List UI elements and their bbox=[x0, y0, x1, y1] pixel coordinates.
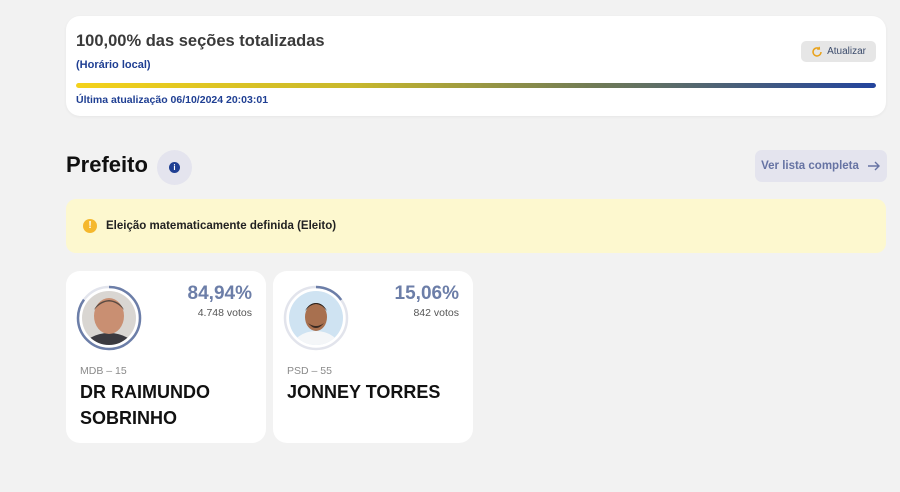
avatar bbox=[289, 291, 343, 345]
vote-percentage: 15,06% bbox=[394, 283, 459, 304]
candidate-card[interactable]: 15,06% 842 votos PSD – 55 JONNEY TORRES bbox=[273, 271, 473, 443]
vote-percentage: 84,94% bbox=[187, 283, 252, 304]
party-number: MDB – 15 bbox=[80, 365, 127, 377]
page-title: Prefeito bbox=[66, 152, 148, 177]
status-card: 100,00% das seções totalizadas (Horário … bbox=[66, 16, 886, 116]
local-time-note: (Horário local) bbox=[76, 59, 151, 71]
notice-text: Eleição matematicamente definida (Eleito… bbox=[106, 220, 337, 232]
refresh-label: Atualizar bbox=[827, 46, 866, 57]
election-notice: ! Eleição matematicamente definida (Elei… bbox=[66, 199, 886, 253]
refresh-icon bbox=[812, 46, 822, 57]
full-list-label: Ver lista completa bbox=[761, 160, 859, 172]
full-list-button[interactable]: Ver lista completa bbox=[755, 150, 887, 182]
candidate-avatar-ring bbox=[76, 285, 142, 351]
warning-icon: ! bbox=[83, 219, 97, 233]
vote-count: 842 votos bbox=[413, 307, 459, 319]
candidate-card[interactable]: 84,94% 4.748 votos MDB – 15 DR RAIMUNDO … bbox=[66, 271, 266, 443]
info-icon: i bbox=[169, 162, 180, 173]
vote-count: 4.748 votos bbox=[197, 307, 252, 319]
progress-fill bbox=[76, 83, 876, 88]
party-number: PSD – 55 bbox=[287, 365, 332, 377]
info-button[interactable]: i bbox=[157, 150, 192, 185]
refresh-button[interactable]: Atualizar bbox=[801, 41, 876, 62]
candidate-name: JONNEY TORRES bbox=[287, 382, 441, 402]
avatar bbox=[82, 291, 136, 345]
arrow-right-icon bbox=[867, 161, 880, 171]
last-update-timestamp: Última atualização 06/10/2024 20:03:01 bbox=[76, 94, 269, 106]
candidate-avatar-ring bbox=[283, 285, 349, 351]
candidate-name: DR RAIMUNDO SOBRINHO bbox=[80, 382, 210, 428]
totalization-status: 100,00% das seções totalizadas bbox=[76, 32, 325, 50]
totalization-progress-bar bbox=[76, 83, 876, 88]
